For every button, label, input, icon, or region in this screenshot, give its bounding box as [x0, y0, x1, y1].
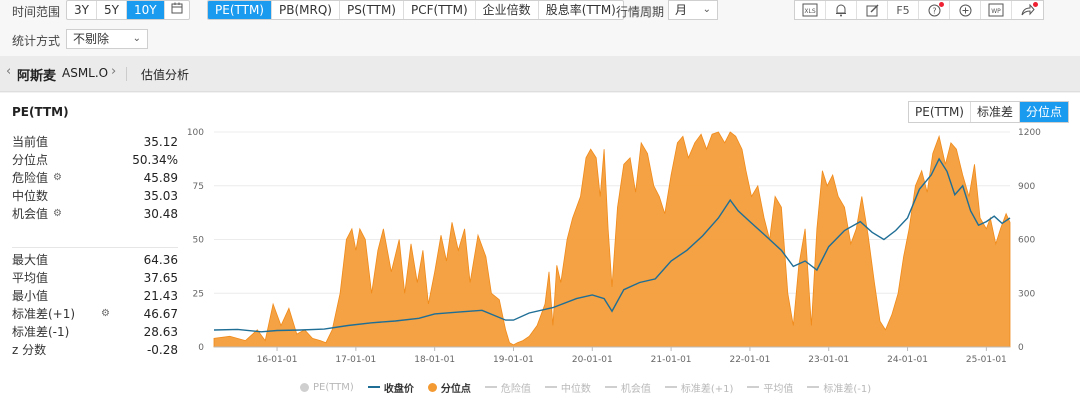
chart-legend: PE(TTM) 收盘价 分位点 危险值 中位数 机会值 标准差(+1) 平均值 标准差(-1) — [300, 379, 940, 395]
crumb-divider — [126, 67, 127, 81]
excel-export-icon[interactable]: XLS — [795, 1, 826, 19]
chevron-down-icon: ⌄ — [132, 33, 141, 44]
legend-line-icon — [484, 386, 497, 388]
legend-label: 标准差(-1) — [823, 383, 872, 395]
svg-text:?: ? — [932, 6, 936, 15]
legend-label: PE(TTM) — [313, 381, 354, 393]
period-value: 月 — [675, 3, 688, 17]
legend-label: 平均值 — [763, 383, 794, 395]
svg-text:WP: WP — [991, 8, 1001, 15]
y-right-tick-label: 1200 — [1018, 128, 1041, 138]
legend-label: 收盘价 — [383, 383, 414, 395]
toolbar: 时间范围 3Y 5Y 10Y PE(TTM) PB(MRQ) PS(TTM) P… — [0, 0, 1080, 56]
legend-line-icon — [747, 386, 760, 388]
legend-dot-icon — [300, 382, 309, 392]
y-right-tick-label: 300 — [1018, 289, 1035, 299]
chevron-right-icon[interactable]: › — [111, 64, 116, 79]
notification-dot — [1033, 2, 1038, 7]
f5-refresh-button[interactable]: F5 — [888, 1, 919, 19]
x-tick-label: 25-01-01 — [966, 355, 1007, 365]
breadcrumb: ‹ 阿斯麦 ASML.O › 估值分析 — [0, 56, 1080, 92]
chevron-down-icon: ⌄ — [702, 4, 711, 15]
y-left-tick-label: 100 — [187, 128, 204, 138]
y-left-tick-label: 50 — [193, 236, 205, 246]
x-tick-label: 23-01-01 — [808, 355, 849, 365]
y-left-tick-label: 25 — [193, 289, 204, 299]
y-right-tick-label: 600 — [1018, 236, 1035, 246]
legend-line-icon — [367, 386, 380, 388]
x-tick-label: 21-01-01 — [651, 355, 692, 365]
legend-line-icon — [604, 386, 617, 388]
legend-item[interactable]: 机会值 — [604, 380, 651, 395]
page-title: 估值分析 — [141, 68, 190, 82]
legend-item[interactable]: 标准差(-1) — [807, 380, 871, 395]
metric-ev-multiple[interactable]: 企业倍数 — [476, 1, 539, 19]
chevron-left-icon[interactable]: ‹ — [6, 64, 11, 79]
range-10y[interactable]: 10Y — [126, 1, 165, 19]
calendar-icon[interactable] — [165, 1, 189, 19]
legend-item[interactable]: 收盘价 — [367, 380, 414, 395]
x-tick-label: 16-01-01 — [257, 355, 298, 365]
y-right-tick-label: 900 — [1018, 182, 1035, 192]
metric-pcf-ttm[interactable]: PCF(TTM) — [404, 1, 476, 19]
metric-dividend-yield[interactable]: 股息率(TTM) — [539, 1, 623, 19]
legend-item[interactable]: 中位数 — [544, 380, 591, 395]
legend-label: 中位数 — [560, 383, 591, 395]
legend-item[interactable]: 标准差(+1) — [664, 380, 734, 395]
stat-method-value: 不剔除 — [73, 32, 110, 46]
tool-icons: XLS F5 ? WP — [794, 0, 1044, 20]
legend-label: 机会值 — [620, 383, 651, 395]
bell-icon[interactable] — [826, 1, 857, 19]
metric-pe-ttm[interactable]: PE(TTM) — [208, 1, 272, 19]
legend-item[interactable]: PE(TTM) — [300, 382, 354, 393]
legend-item[interactable]: 分位点 — [427, 380, 471, 395]
legend-label: 危险值 — [500, 383, 531, 395]
add-icon[interactable] — [950, 1, 981, 19]
help-icon[interactable]: ? — [919, 1, 950, 19]
x-tick-label: 20-01-01 — [572, 355, 613, 365]
range-label: 时间范围 — [12, 5, 61, 19]
x-tick-label: 18-01-01 — [414, 355, 455, 365]
edit-icon[interactable] — [857, 1, 888, 19]
legend-line-icon — [544, 386, 557, 388]
stock-code: ASML.O — [62, 66, 109, 80]
legend-label: 分位点 — [440, 383, 471, 395]
metric-pb-mrq[interactable]: PB(MRQ) — [272, 1, 340, 19]
legend-line-icon — [664, 386, 677, 388]
range-selector: 3Y 5Y 10Y — [66, 0, 190, 20]
metric-selector: PE(TTM) PB(MRQ) PS(TTM) PCF(TTM) 企业倍数 股息… — [207, 0, 624, 20]
period-label: 行情周期 — [616, 5, 665, 19]
legend-dot-icon — [427, 382, 437, 392]
metric-ps-ttm[interactable]: PS(TTM) — [340, 1, 404, 19]
word-export-icon[interactable]: WP — [981, 1, 1012, 19]
legend-item[interactable]: 危险值 — [484, 380, 531, 395]
y-right-tick-label: 0 — [1018, 343, 1024, 353]
x-tick-label: 17-01-01 — [335, 355, 376, 365]
legend-label: 标准差(+1) — [680, 383, 734, 395]
share-icon[interactable] — [1012, 1, 1043, 19]
x-tick-label: 19-01-01 — [493, 355, 534, 365]
stat-method-label: 统计方式 — [12, 34, 61, 48]
range-5y[interactable]: 5Y — [97, 1, 127, 19]
valuation-panel: PE(TTM) 当前值 35.12 分位点 50.34% 危险值 45.89 ⚙ 中位数 35.… — [0, 93, 1080, 417]
stat-method-dropdown[interactable]: 不剔除 ⌄ — [66, 29, 148, 49]
x-tick-label: 22-01-01 — [729, 355, 770, 365]
y-left-tick-label: 75 — [193, 182, 204, 192]
x-tick-label: 24-01-01 — [887, 355, 928, 365]
legend-item[interactable]: 平均值 — [747, 380, 793, 395]
range-3y[interactable]: 3Y — [67, 1, 97, 19]
legend-line-icon — [807, 386, 820, 388]
notification-dot — [939, 2, 944, 7]
valuation-chart: 0 25 50 75 100 0 300 600 900 1200 16-01-01 17-01-01… — [187, 128, 1041, 365]
svg-text:XLS: XLS — [804, 8, 815, 15]
y-left-tick-label: 0 — [198, 343, 204, 353]
stock-name: 阿斯麦 — [17, 69, 57, 84]
period-dropdown[interactable]: 月 ⌄ — [668, 0, 718, 20]
